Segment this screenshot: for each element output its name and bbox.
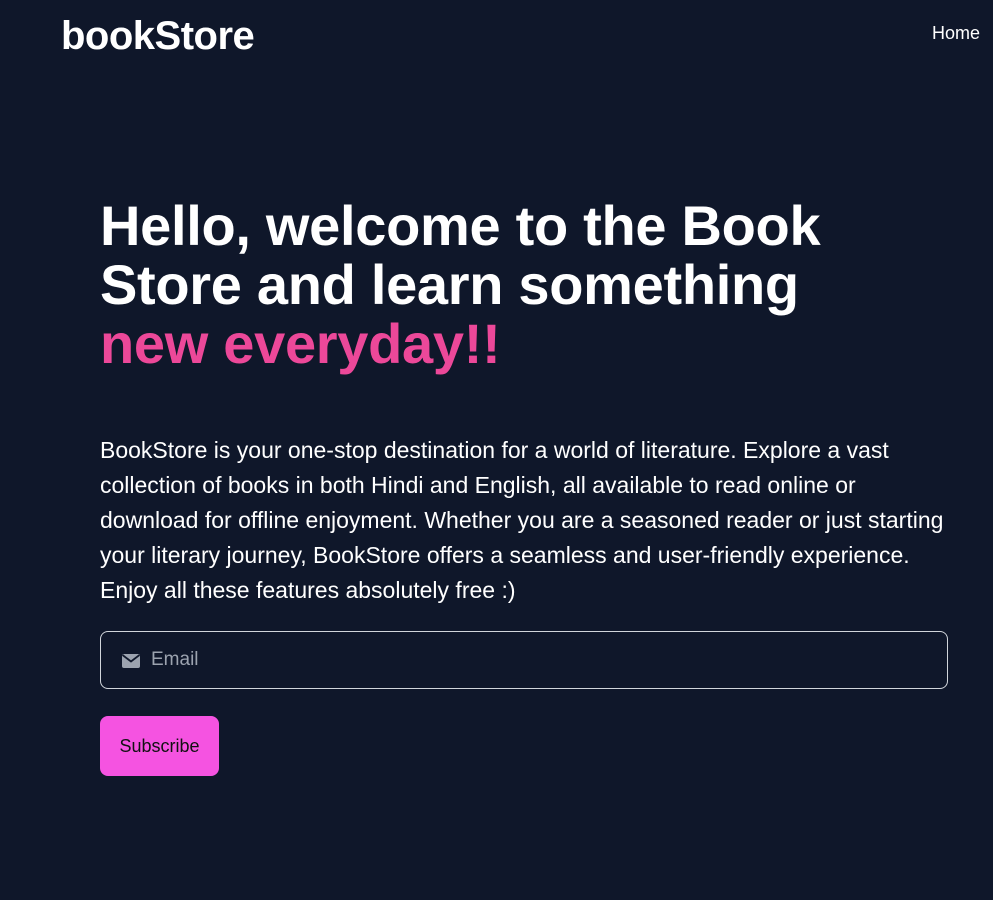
logo[interactable]: bookStore (61, 12, 255, 60)
email-field[interactable] (100, 631, 948, 689)
email-input[interactable] (151, 632, 931, 688)
subscribe-button[interactable]: Subscribe (100, 716, 219, 776)
hero-description: BookStore is your one-stop destination f… (100, 437, 944, 603)
headline-line-1: Hello, welcome to the Book (100, 194, 821, 257)
navbar: bookStore Home (0, 0, 993, 72)
hero-headline: Hello, welcome to the Book Store and lear… (100, 196, 960, 373)
headline-accent: new everyday!! (100, 312, 501, 375)
nav-link-home[interactable]: Home (932, 22, 980, 44)
hero-section: Hello, welcome to the Book Store and lear… (100, 196, 960, 373)
headline-line-2: Store and learn something (100, 253, 799, 316)
envelope-icon (121, 654, 141, 668)
